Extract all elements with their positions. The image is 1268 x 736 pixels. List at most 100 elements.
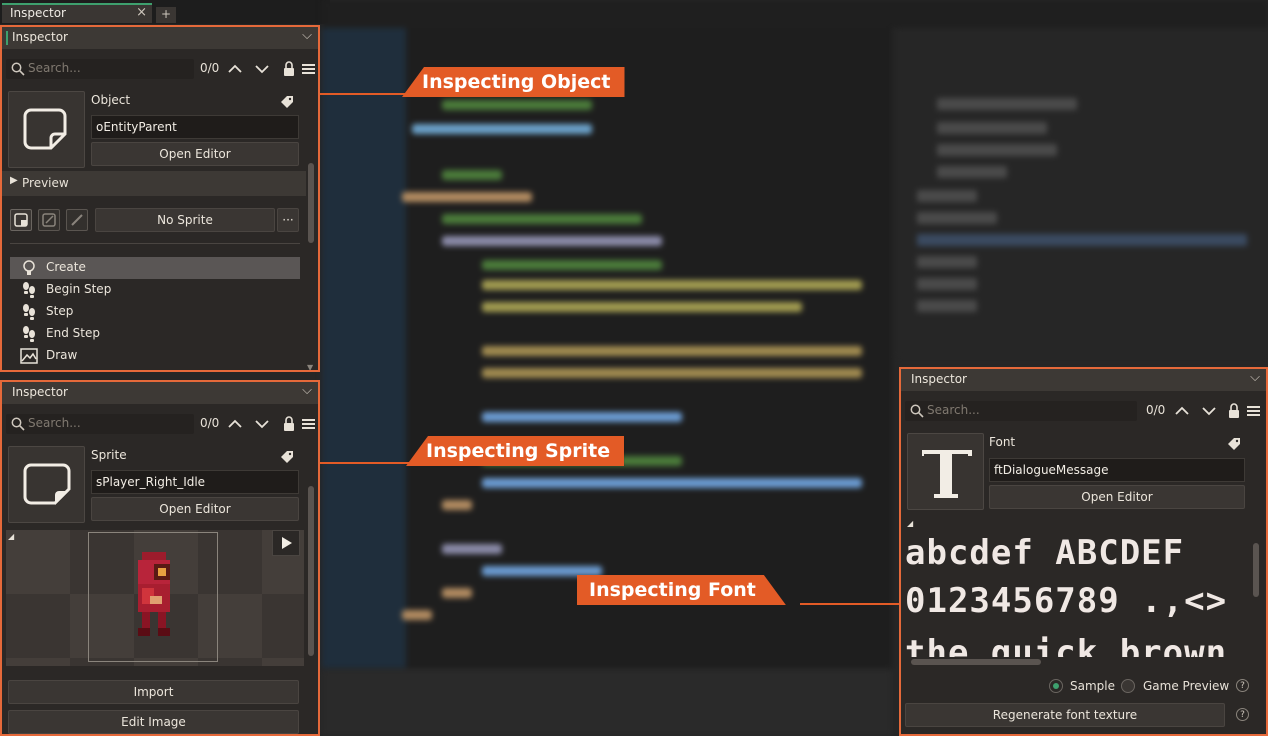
object-inspector-panel: Inspector ⌵ Search... 0/0 Object oEntity… bbox=[0, 25, 320, 372]
radio-unselected-icon bbox=[1121, 679, 1135, 693]
play-button[interactable] bbox=[272, 530, 300, 556]
sprite-name-field[interactable]: sPlayer_Right_Idle bbox=[91, 470, 299, 494]
chevron-down-icon[interactable]: ⌵ bbox=[302, 28, 312, 43]
inspector-header-title: Inspector bbox=[911, 372, 967, 386]
menu-icon[interactable] bbox=[300, 414, 318, 434]
menu-icon[interactable] bbox=[1245, 401, 1263, 421]
chevron-down-icon[interactable] bbox=[253, 414, 271, 434]
chevron-down-icon[interactable] bbox=[1200, 401, 1218, 421]
collapse-corner-icon[interactable]: ◢ bbox=[907, 519, 913, 528]
tab-inspector[interactable]: Inspector × bbox=[2, 3, 152, 23]
font-icon bbox=[922, 450, 972, 498]
import-button[interactable]: Import bbox=[8, 680, 299, 704]
sprite-inspector-scrollbar[interactable] bbox=[306, 482, 316, 734]
callout-connector bbox=[800, 603, 900, 605]
help-icon[interactable]: ? bbox=[1236, 708, 1249, 721]
search-input[interactable]: Search... bbox=[6, 414, 194, 434]
search-icon bbox=[910, 404, 924, 418]
close-icon[interactable]: × bbox=[136, 5, 147, 20]
search-input[interactable]: Search... bbox=[6, 59, 194, 79]
image-icon bbox=[20, 347, 38, 365]
object-thumbnail bbox=[8, 91, 85, 168]
inspector-header-title: Inspector bbox=[12, 385, 68, 399]
chevron-up-icon[interactable] bbox=[226, 414, 244, 434]
edit-image-button[interactable]: Edit Image bbox=[8, 710, 299, 734]
search-icon bbox=[11, 62, 25, 76]
chevron-down-icon[interactable]: ⌵ bbox=[1250, 370, 1260, 385]
help-icon[interactable]: ? bbox=[1236, 679, 1249, 692]
asset-type-label: Object bbox=[91, 93, 131, 107]
tag-icon[interactable] bbox=[280, 450, 294, 464]
event-label: Begin Step bbox=[46, 282, 112, 296]
font-name-field[interactable]: ftDialogueMessage bbox=[989, 458, 1245, 482]
font-sample-line: abcdef ABCDEF bbox=[905, 533, 1185, 573]
open-editor-button[interactable]: Open Editor bbox=[989, 485, 1245, 509]
font-sample-hscrollbar[interactable] bbox=[905, 657, 1235, 667]
object-name-field[interactable]: oEntityParent bbox=[91, 115, 299, 139]
event-label: Draw bbox=[46, 348, 78, 362]
chevron-down-icon[interactable]: ⌵ bbox=[302, 383, 312, 398]
regenerate-font-texture-button[interactable]: Regenerate font texture bbox=[905, 703, 1225, 727]
menu-icon[interactable] bbox=[300, 59, 318, 79]
callout-inspecting-sprite: Inspecting Sprite bbox=[406, 436, 625, 466]
footsteps-icon bbox=[20, 281, 38, 299]
add-tab-button[interactable]: + bbox=[156, 7, 176, 23]
lock-icon[interactable] bbox=[280, 414, 298, 434]
event-item-end-step[interactable]: End Step bbox=[10, 323, 300, 345]
asset-type-label: Sprite bbox=[91, 448, 127, 462]
lock-icon[interactable] bbox=[280, 59, 298, 79]
event-item-begin-step[interactable]: Begin Step bbox=[10, 279, 300, 301]
tab-title: Inspector bbox=[10, 6, 66, 20]
play-icon bbox=[282, 537, 292, 549]
search-input[interactable]: Search... bbox=[905, 401, 1137, 421]
footsteps-icon bbox=[20, 303, 38, 321]
edit-sprite-icon[interactable] bbox=[38, 209, 60, 231]
tag-icon[interactable] bbox=[280, 95, 294, 109]
object-icon bbox=[23, 108, 67, 150]
event-item-step[interactable]: Step bbox=[10, 301, 300, 323]
sprite-tool-add[interactable] bbox=[10, 209, 32, 231]
more-options-button[interactable]: ··· bbox=[277, 208, 299, 232]
sprite-preview-canvas[interactable]: ◢ bbox=[6, 530, 304, 666]
font-sample-line: the quick brown fox bbox=[905, 633, 1241, 657]
open-editor-button[interactable]: Open Editor bbox=[91, 142, 299, 166]
open-editor-button[interactable]: Open Editor bbox=[91, 497, 299, 521]
tag-icon[interactable] bbox=[1227, 437, 1241, 451]
callout-inspecting-font: Inspecting Font bbox=[577, 575, 786, 605]
lock-icon[interactable] bbox=[1225, 401, 1243, 421]
search-counter: 0/0 bbox=[200, 416, 220, 430]
chevron-down-icon[interactable] bbox=[253, 59, 271, 79]
divider bbox=[10, 243, 300, 244]
search-icon bbox=[11, 417, 25, 431]
chevron-up-icon[interactable] bbox=[226, 59, 244, 79]
inspector-header[interactable]: Inspector ⌵ bbox=[2, 382, 318, 404]
brush-icon[interactable] bbox=[66, 209, 88, 231]
sprite-select-button[interactable]: No Sprite bbox=[95, 208, 275, 232]
tab-strip: Inspector × + bbox=[0, 0, 330, 24]
inspector-header[interactable]: Inspector ⌵ bbox=[901, 369, 1266, 391]
footsteps-icon bbox=[20, 325, 38, 343]
chevron-up-icon[interactable] bbox=[1173, 401, 1191, 421]
font-thumbnail bbox=[907, 433, 984, 510]
event-label: Create bbox=[46, 260, 86, 274]
preview-label: Preview bbox=[22, 176, 69, 190]
search-counter: 0/0 bbox=[200, 61, 220, 75]
event-item-create[interactable]: Create bbox=[10, 257, 300, 279]
lightbulb-icon bbox=[20, 259, 38, 277]
preview-section-header[interactable]: ▶ Preview bbox=[2, 171, 306, 196]
font-sample-vscrollbar[interactable] bbox=[1251, 527, 1261, 663]
sprite-inspector-panel: Inspector ⌵ Search... 0/0 Sprite sPlayer… bbox=[0, 380, 320, 736]
object-inspector-scrollbar[interactable]: ▼ bbox=[306, 159, 316, 370]
radio-selected-icon bbox=[1049, 679, 1063, 693]
inspector-header-title: Inspector bbox=[12, 30, 68, 44]
callout-connector bbox=[320, 462, 420, 464]
font-sample-preview: ◢ abcdef ABCDEF 0123456789 .,<> the quic… bbox=[901, 517, 1241, 657]
collapse-corner-icon[interactable]: ◢ bbox=[8, 532, 14, 541]
inspector-header[interactable]: Inspector ⌵ bbox=[2, 27, 318, 49]
event-item-draw[interactable]: Draw bbox=[10, 345, 300, 367]
radio-game-preview-label: Game Preview bbox=[1143, 679, 1230, 693]
search-counter: 0/0 bbox=[1146, 403, 1166, 417]
font-inspector-panel: Inspector ⌵ Search... 0/0 Font ftDialogu… bbox=[899, 367, 1268, 736]
event-label: End Step bbox=[46, 326, 100, 340]
sprite-thumbnail bbox=[8, 446, 85, 523]
